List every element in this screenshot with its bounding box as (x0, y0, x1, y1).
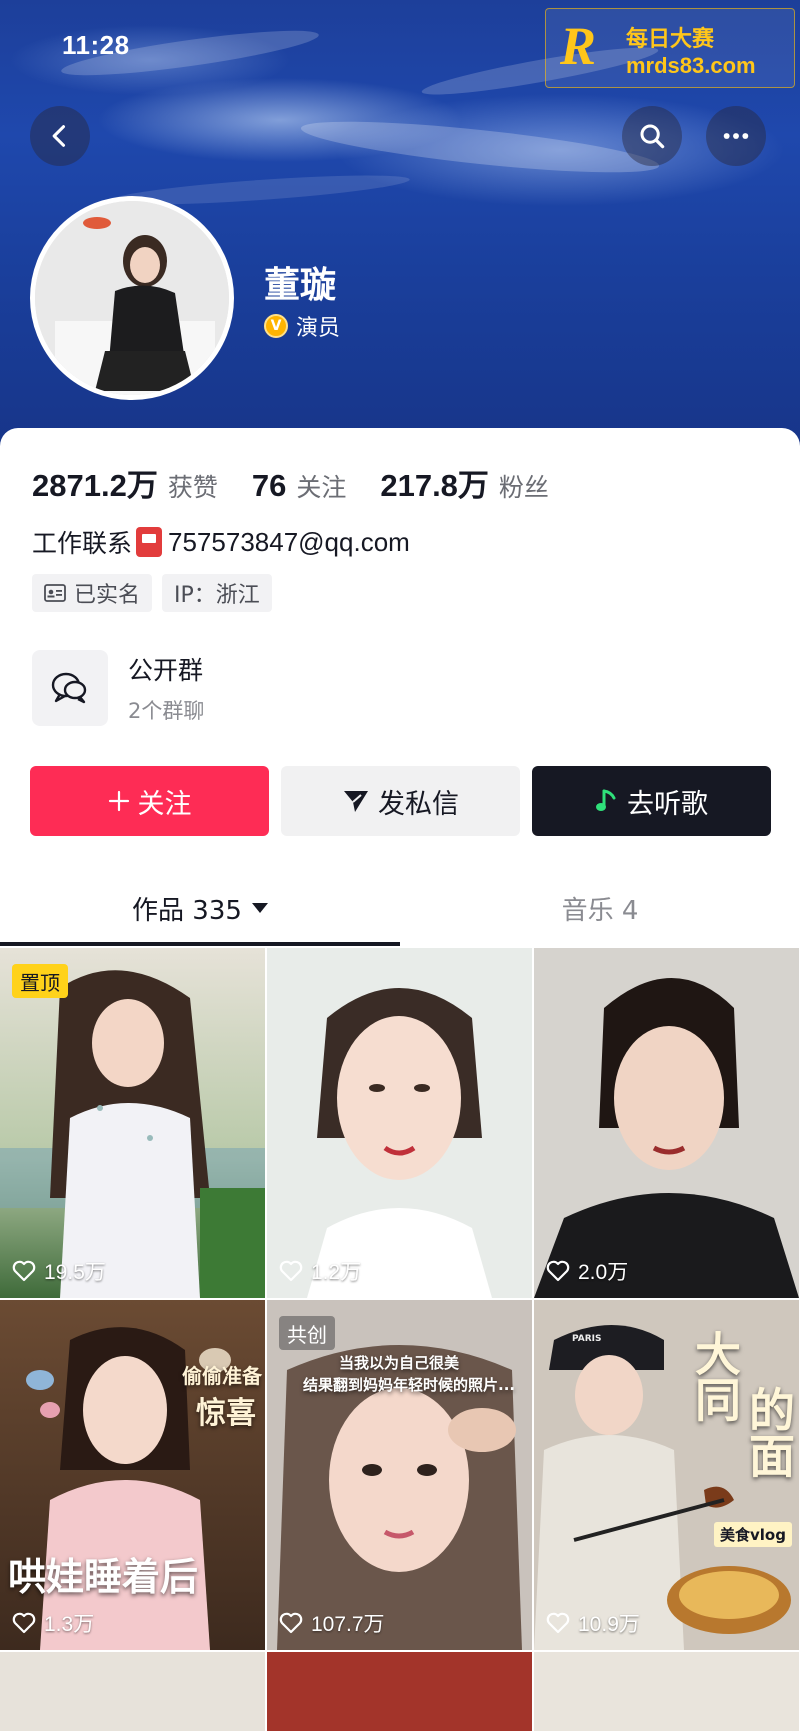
video-likes-count: 10.9万 (578, 1613, 640, 1636)
id-card-icon (44, 584, 66, 602)
message-button-label: 发私信 (378, 788, 459, 820)
video-overlay-title-2: 的面 (742, 1386, 796, 1478)
video-cover (0, 948, 265, 1298)
mailbox-icon (136, 527, 163, 557)
follow-button-label: 关注 (137, 788, 192, 820)
video-thumbnail[interactable]: 1.2万 (267, 948, 532, 1298)
tab-works-label: 作品 335 (132, 895, 242, 926)
chevron-left-icon (52, 125, 66, 147)
video-thumbnail[interactable] (267, 1652, 532, 1731)
tag-real-name[interactable]: 已实名 (32, 574, 153, 612)
message-button[interactable]: 发私信 (281, 766, 520, 836)
contact-email[interactable]: 757573847@qq.com (168, 527, 410, 558)
pinned-badge: 置顶 (12, 964, 68, 998)
following-label: 关注 (296, 473, 347, 502)
video-likes: 2.0万 (546, 1256, 628, 1286)
plus-icon (108, 790, 129, 812)
video-overlay-big: 惊喜 (196, 1396, 256, 1431)
following-count[interactable]: 76 (252, 468, 286, 504)
video-likes-count: 1.2万 (311, 1261, 362, 1284)
video-likes-count: 19.5万 (44, 1261, 106, 1284)
video-thumbnail[interactable]: 偷偷准备 惊喜 哄娃睡着后 1.3万 (0, 1300, 265, 1650)
co-creation-badge: 共创 (279, 1316, 335, 1350)
likes-count[interactable]: 2871.2万 (32, 460, 158, 505)
more-button[interactable] (706, 106, 766, 166)
profile-name: 董璇 (264, 265, 337, 306)
group-chat-icon (32, 650, 108, 726)
followers-count[interactable]: 217.8万 (380, 460, 489, 505)
followers-label: 粉丝 (498, 473, 549, 502)
search-icon (640, 124, 665, 149)
video-thumbnail[interactable]: 置顶 19.5万 (0, 948, 265, 1298)
video-cover (534, 948, 799, 1298)
watermark-r-icon: R (560, 16, 597, 76)
verified-badge-icon: V (264, 314, 288, 338)
caret-down-icon[interactable] (251, 903, 268, 913)
tag-real-name-label: 已实名 (74, 583, 141, 608)
public-group-entry[interactable]: 公开群 2个群聊 (32, 650, 204, 726)
avatar-portrait (35, 201, 229, 395)
group-subtitle: 2个群聊 (128, 699, 205, 723)
contact-label: 工作联系 (32, 529, 133, 558)
video-likes: 107.7万 (279, 1608, 385, 1638)
video-likes-count: 2.0万 (578, 1261, 629, 1284)
watermark-top-text: 每日大赛 (626, 27, 715, 52)
video-likes: 1.2万 (279, 1256, 361, 1286)
send-icon (344, 791, 368, 812)
watermark-logo: R 每日大赛 mrds83.com (545, 8, 795, 88)
cap-print-text: PARIS (572, 1334, 602, 1344)
active-tab-indicator (0, 942, 400, 946)
video-overlay-bottom: 哄娃睡着后 (8, 1555, 199, 1599)
listen-music-label: 去听歌 (627, 788, 708, 820)
video-caption-line-1: 当我以为自己很美 (339, 1354, 460, 1372)
banner-decoration (299, 111, 661, 183)
profile-tags: 已实名 IP：浙江 (32, 574, 272, 612)
back-button[interactable] (30, 106, 90, 166)
video-cover (267, 948, 532, 1298)
watermark-bottom-text: mrds83.com (626, 53, 756, 78)
tag-ip-label: IP：浙江 (174, 583, 260, 608)
listen-music-button[interactable]: 去听歌 (532, 766, 771, 836)
tag-ip-location: IP：浙江 (162, 574, 272, 612)
video-thumbnail[interactable]: 2.0万 (534, 948, 799, 1298)
music-note-icon (596, 789, 616, 811)
video-likes-count: 1.3万 (44, 1613, 95, 1636)
verified-info: V 演员 (264, 310, 340, 342)
follow-button[interactable]: 关注 (30, 766, 269, 836)
video-likes: 10.9万 (546, 1608, 640, 1638)
video-thumbnail[interactable]: 共创 当我以为自己很美 结果翻到妈妈年轻时候的照片... 107.7万 (267, 1300, 532, 1650)
avatar[interactable] (30, 196, 234, 400)
video-likes: 19.5万 (12, 1256, 106, 1286)
video-likes: 1.3万 (12, 1608, 94, 1638)
heart-icon (12, 1260, 36, 1282)
video-overlay-tag: 美食vlog (714, 1522, 792, 1547)
more-dots-icon (723, 133, 749, 139)
group-title: 公开群 (128, 656, 204, 685)
profile-actions: 关注 发私信 去听歌 (30, 766, 771, 836)
tab-music[interactable]: 音乐 4 (400, 868, 800, 948)
heart-icon (12, 1612, 36, 1634)
video-likes-count: 107.7万 (311, 1613, 385, 1636)
profile-stats: 2871.2万 获赞 76 关注 217.8万 粉丝 (32, 460, 583, 505)
heart-icon (279, 1260, 303, 1282)
work-contact: 工作联系 757573847@qq.com (32, 524, 410, 560)
heart-icon (546, 1612, 570, 1634)
heart-icon (546, 1260, 570, 1282)
tab-works[interactable]: 作品 335 (0, 868, 400, 948)
profile-banner: 11:28 R 每日大赛 mrds83.com 董璇 V 演员 (0, 0, 800, 450)
video-thumbnail[interactable] (534, 1652, 799, 1731)
heart-icon (279, 1612, 303, 1634)
profile-card: 2871.2万 获赞 76 关注 217.8万 粉丝 工作联系 75757384… (0, 428, 800, 1731)
likes-label: 获赞 (167, 473, 218, 502)
status-time: 11:28 (62, 30, 130, 60)
video-thumbnail[interactable]: PARIS 大同 的面 美食vlog 10.9万 (534, 1300, 799, 1650)
content-tabs: 作品 335 音乐 4 (0, 868, 800, 948)
search-button[interactable] (622, 106, 682, 166)
verified-title: 演员 (296, 316, 341, 341)
tab-music-label: 音乐 4 (561, 895, 639, 926)
video-overlay-small: 偷偷准备 (182, 1364, 262, 1388)
video-caption-line-2: 结果翻到妈妈年轻时候的照片... (303, 1376, 516, 1394)
video-thumbnail[interactable] (0, 1652, 265, 1731)
